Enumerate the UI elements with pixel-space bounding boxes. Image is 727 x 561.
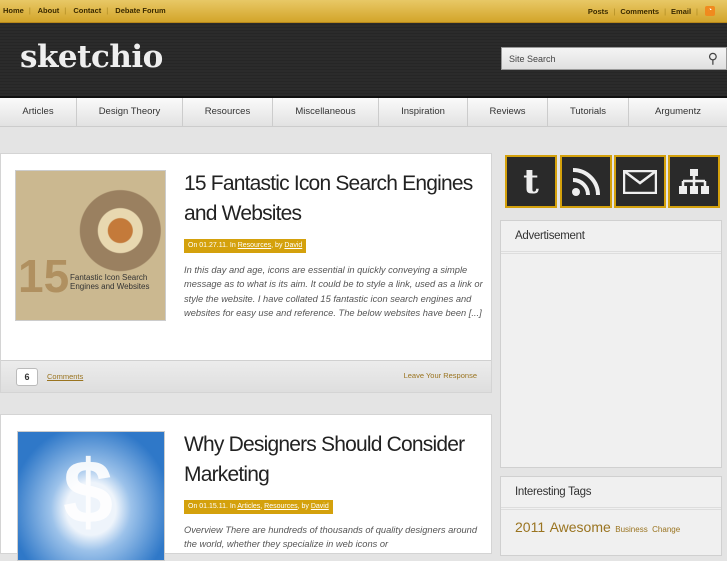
post-excerpt: Overview There are hundreds of thousands…: [184, 525, 478, 550]
rss-icon[interactable]: ◔: [705, 6, 715, 16]
tag-link[interactable]: 2011: [515, 519, 545, 535]
main-nav: Articles Design Theory Resources Miscell…: [0, 98, 727, 127]
tags-heading: Interesting Tags: [501, 477, 721, 510]
category-link[interactable]: Resources: [238, 242, 271, 249]
comments-link[interactable]: Comments: [47, 372, 83, 381]
post-excerpt: In this day and age, icons are essential…: [184, 265, 483, 318]
nav-tutorials[interactable]: Tutorials: [548, 98, 629, 126]
tag-link[interactable]: Awesome: [550, 519, 611, 535]
thumb-text: Fantastic Icon Search Engines and Websit…: [70, 273, 150, 291]
nav-articles[interactable]: Articles: [0, 98, 77, 126]
sitemap-icon[interactable]: [668, 155, 720, 208]
search-placeholder: Site Search: [509, 54, 556, 64]
by-label: , by: [297, 503, 311, 510]
top-link-about[interactable]: About: [38, 6, 60, 15]
top-link-debate-forum[interactable]: Debate Forum: [115, 6, 165, 15]
comment-count-badge[interactable]: 6: [16, 368, 38, 386]
nav-resources[interactable]: Resources: [183, 98, 273, 126]
post-footer: 6 Comments Leave Your Response: [1, 360, 491, 392]
advertisement-box: Advertisement: [500, 220, 722, 468]
thumb-number: 15: [18, 250, 70, 302]
nav-reviews[interactable]: Reviews: [468, 98, 548, 126]
top-link-contact[interactable]: Contact: [73, 6, 101, 15]
site-logo[interactable]: sketchio: [20, 39, 163, 75]
post-meta: On 01.27.11. In Resources, by David: [184, 239, 307, 253]
leave-response-link[interactable]: Leave Your Response: [404, 371, 477, 380]
post-thumbnail[interactable]: 15 Fantastic Icon Search Engines and Web…: [15, 170, 166, 321]
post-meta: On 01.15.11. In Articles, Resources, by …: [184, 500, 333, 514]
post-date: On 01.27.11. In: [188, 242, 238, 249]
nav-miscellaneous[interactable]: Miscellaneous: [273, 98, 379, 126]
top-link-email[interactable]: Email: [671, 7, 691, 16]
header: sketchio Site Search ⚲: [0, 23, 727, 98]
site-search-input[interactable]: Site Search ⚲: [501, 47, 727, 70]
rss-feed-icon[interactable]: [560, 155, 612, 208]
nav-argumentz[interactable]: Argumentz: [629, 98, 727, 126]
top-link-comments[interactable]: Comments: [620, 7, 659, 16]
category-link[interactable]: Articles: [237, 503, 260, 510]
post-title[interactable]: 15 Fantastic Icon Search Engines and Web…: [184, 169, 474, 229]
twitter-icon[interactable]: t: [505, 155, 557, 208]
post-card: $ Why Designers Should Consider Marketin…: [0, 414, 492, 561]
post-date: On 01.15.11. In: [188, 503, 238, 510]
email-icon[interactable]: [614, 155, 666, 208]
tag-link[interactable]: Change: [652, 525, 680, 534]
advertisement-heading: Advertisement: [501, 221, 721, 254]
author-link[interactable]: David: [284, 242, 302, 249]
post-card: 15 Fantastic Icon Search Engines and Web…: [0, 153, 492, 393]
nav-design-theory[interactable]: Design Theory: [77, 98, 183, 126]
search-icon[interactable]: ⚲: [708, 50, 718, 67]
category-link[interactable]: Resources: [264, 503, 297, 510]
post-title[interactable]: Why Designers Should Consider Marketing: [184, 430, 474, 490]
tags-box: Interesting Tags 2011 Awesome Business C…: [500, 476, 722, 556]
top-bar: Home | About | Contact | Debate Forum Posts…: [0, 0, 727, 23]
top-link-home[interactable]: Home: [3, 6, 24, 15]
dollar-sign-image: $: [63, 443, 114, 543]
post-thumbnail[interactable]: $: [17, 431, 165, 561]
by-label: , by: [271, 242, 285, 249]
nav-inspiration[interactable]: Inspiration: [379, 98, 468, 126]
tag-link[interactable]: Business: [615, 525, 647, 534]
author-link[interactable]: David: [311, 503, 329, 510]
tag-cloud: 2011 Awesome Business Change: [501, 510, 721, 546]
top-link-posts[interactable]: Posts: [588, 7, 608, 16]
